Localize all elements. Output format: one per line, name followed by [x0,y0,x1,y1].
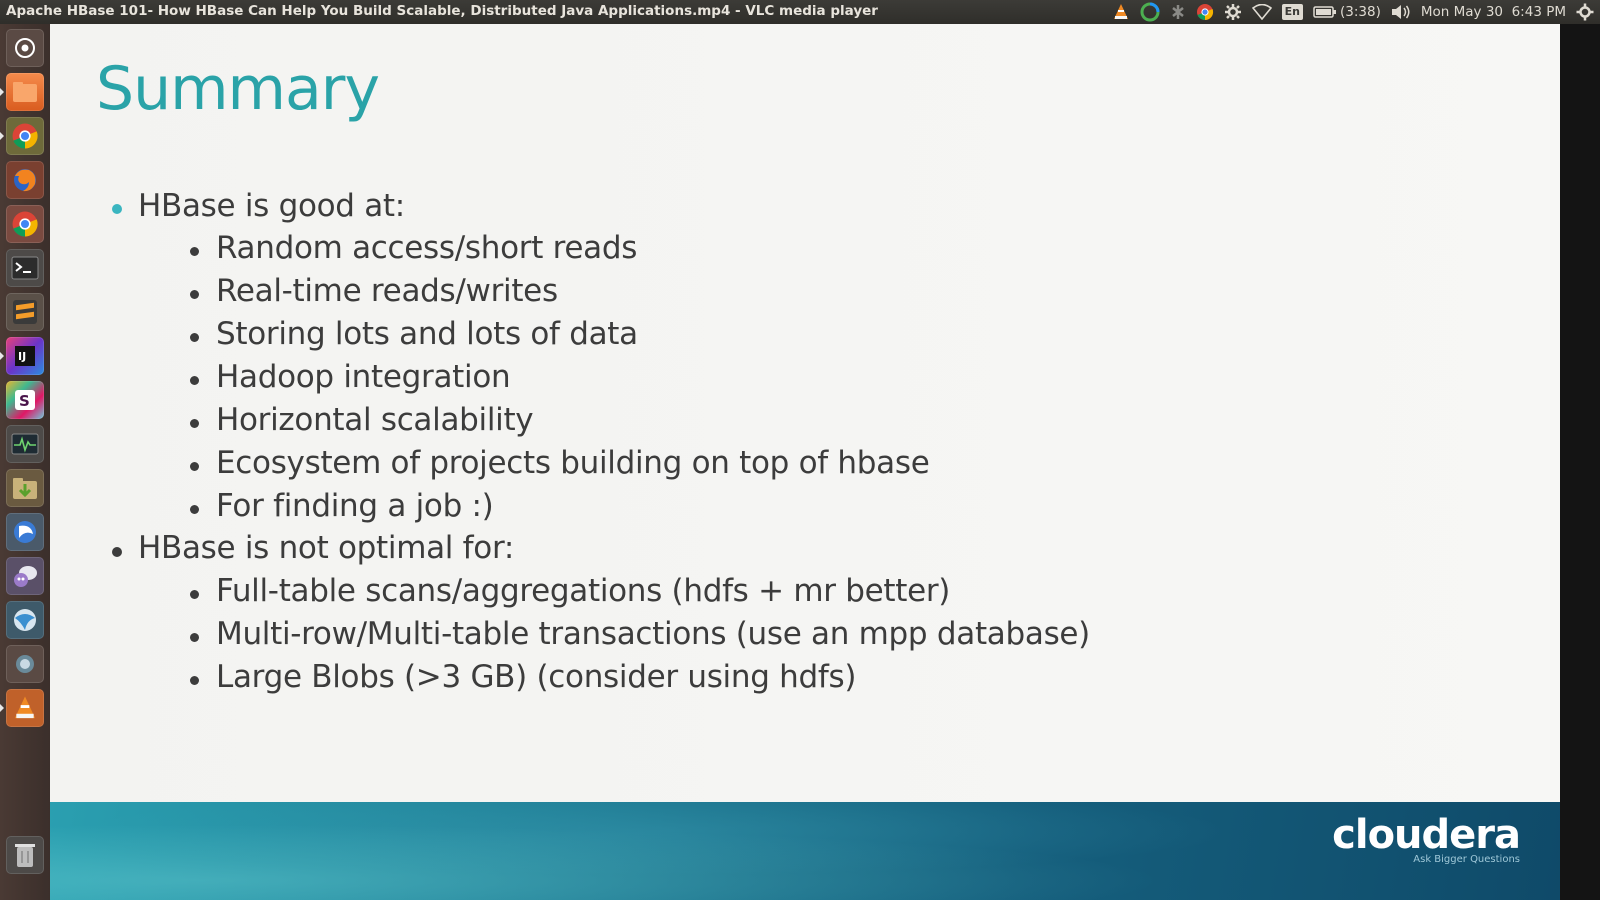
list-item: Large Blobs (>3 GB) (consider using hdfs… [216,659,857,695]
chrome-icon[interactable] [1196,0,1214,24]
launcher: IJ S [0,24,51,900]
video-area[interactable]: Summary HBase is good at: Random access/… [50,24,1600,900]
vlc-icon[interactable] [6,689,44,727]
slide: Summary HBase is good at: Random access/… [50,24,1560,900]
svg-text:S: S [19,392,30,410]
system-menu-icon[interactable] [1576,0,1594,24]
bullet-icon [190,676,199,685]
trash-icon[interactable] [6,836,44,874]
top-panel: Apache HBase 101- How HBase Can Help You… [0,0,1600,24]
logo-word: cloudera [1332,812,1521,858]
indicator-area: En (3:38) Mon May 30 6:43 PM [1107,0,1600,24]
web-browser-icon[interactable] [6,601,44,639]
settings-icon[interactable] [1224,0,1242,24]
app-icon[interactable] [6,645,44,683]
list-item: Storing lots and lots of data [216,316,638,352]
bluetooth-icon[interactable] [1170,0,1186,24]
list-item: Real-time reads/writes [216,273,558,309]
firefox-icon[interactable] [6,161,44,199]
bullet-icon [112,204,122,214]
intellij-icon[interactable]: IJ [6,337,44,375]
clock[interactable]: Mon May 30 6:43 PM [1421,0,1566,24]
terminal-icon[interactable] [6,249,44,287]
downloads-icon[interactable] [6,469,44,507]
bullet-icon [190,247,199,256]
slide-title: Summary [96,54,380,124]
bullet-icon [190,505,199,514]
keyboard-layout-icon[interactable]: En [1281,0,1304,24]
window-title: Apache HBase 101- How HBase Can Help You… [6,3,878,19]
list-item: Full-table scans/aggregations (hdfs + mr… [216,573,951,609]
eclipse-icon[interactable] [6,513,44,551]
slide-footer: cloudera Ask Bigger Questions [50,802,1560,900]
bullet-icon [190,633,199,642]
bullet-icon [112,547,122,557]
bullet-icon [190,333,199,342]
volume-icon[interactable] [1391,0,1411,24]
slack-icon[interactable]: S [6,381,44,419]
vlc-icon[interactable] [1112,0,1130,24]
list-item: Hadoop integration [216,359,511,395]
list-item: For finding a job :) [216,488,494,524]
pidgin-icon[interactable] [6,557,44,595]
battery-time: (3:38) [1340,4,1381,20]
cloudera-logo: cloudera Ask Bigger Questions [1332,812,1521,865]
bullet-icon [190,590,199,599]
section-heading: HBase is good at: [138,188,405,224]
sublime-text-icon[interactable] [6,293,44,331]
system-monitor-icon[interactable] [6,425,44,463]
bullet-icon [190,462,199,471]
dash-home-icon[interactable] [6,29,44,67]
wifi-icon[interactable] [1251,0,1272,24]
chromium-icon[interactable] [6,205,44,243]
bullet-icon [190,290,199,299]
sync-icon[interactable] [1140,0,1160,24]
bullet-icon [190,376,199,385]
battery-icon[interactable]: (3:38) [1313,0,1381,24]
files-icon[interactable] [6,73,44,111]
chrome-icon[interactable] [6,117,44,155]
list-item: Multi-row/Multi-table transactions (use … [216,616,1090,652]
list-item: Horizontal scalability [216,402,534,438]
bullet-icon [190,419,199,428]
list-item: Random access/short reads [216,230,638,266]
section-heading: HBase is not optimal for: [138,530,514,566]
list-item: Ecosystem of projects building on top of… [216,445,930,481]
svg-text:IJ: IJ [18,350,26,363]
